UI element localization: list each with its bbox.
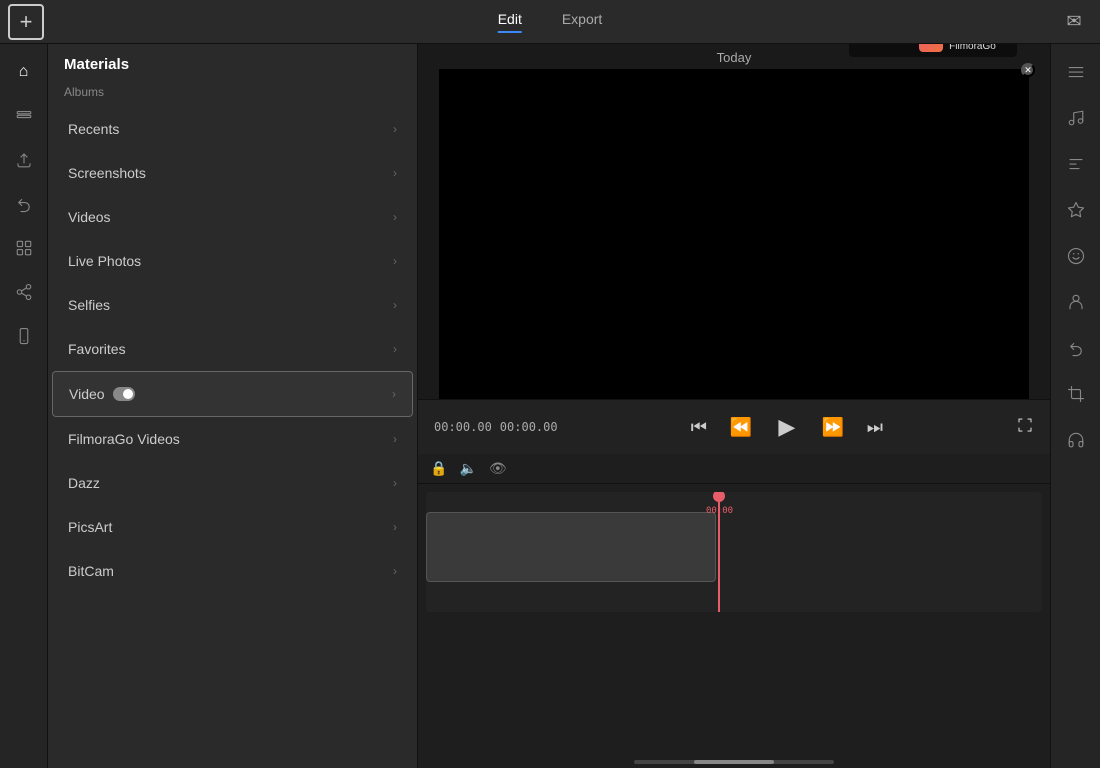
video-track[interactable] <box>426 512 716 582</box>
text-title-icon[interactable] <box>1058 146 1094 182</box>
far-left-panel: ⌂ <box>0 44 48 768</box>
watermark-content: Created with W WondershareFilmoraGo <box>849 44 1017 57</box>
panel-header: Materials <box>48 44 417 81</box>
playhead-time: 00:00 <box>706 506 733 516</box>
menu-item-label: BitCam <box>68 563 114 579</box>
playback-controls: 00:00.00 00:00.00 ⏮ ⏪ ▶ ⏩ ⏭ <box>418 399 1050 454</box>
person-silhouette-icon[interactable] <box>1058 284 1094 320</box>
layers-icon[interactable] <box>6 98 42 134</box>
volume-icon[interactable]: 🔈 <box>459 460 476 477</box>
export-arrow-icon[interactable] <box>6 142 42 178</box>
left-panel: Materials Albums Recents › Screenshots ›… <box>48 44 418 768</box>
menu-item-filmorago-videos[interactable]: FilmoraGo Videos › <box>52 417 413 461</box>
chevron-right-icon: › <box>393 432 397 446</box>
menu-item-label: Screenshots <box>68 165 146 181</box>
eye-icon[interactable]: 👁 <box>489 460 507 477</box>
timeline-area: 🔒 🔈 👁 00:00 <box>418 454 1050 768</box>
total-time: 00:00.00 <box>500 420 558 434</box>
menu-item-label: PicsArt <box>68 519 112 535</box>
mail-icon[interactable]: ✉ <box>1056 4 1092 40</box>
headphone-icon[interactable] <box>1058 422 1094 458</box>
close-watermark-button[interactable]: ✕ <box>1021 63 1035 77</box>
menu-item-bitcam[interactable]: BitCam › <box>52 549 413 593</box>
top-bar: + Edit Export ✉ <box>0 0 1100 44</box>
menu-item-video[interactable]: Video › <box>52 371 413 417</box>
tab-edit[interactable]: Edit <box>498 11 522 33</box>
fullscreen-button[interactable] <box>1016 416 1034 439</box>
tab-export[interactable]: Export <box>562 11 602 33</box>
menu-item-label: Favorites <box>68 341 126 357</box>
step-back-button[interactable]: ⏪ <box>726 412 756 442</box>
ctrl-buttons: ⏮ ⏪ ▶ ⏩ ⏭ <box>684 408 890 446</box>
sticker-pin-icon[interactable] <box>1058 192 1094 228</box>
timeline-toolbar: 🔒 🔈 👁 <box>418 454 1050 484</box>
chevron-right-icon: › <box>393 166 397 180</box>
panel-sub: Albums <box>48 81 417 107</box>
menu-item-screenshots[interactable]: Screenshots › <box>52 151 413 195</box>
step-forward-button[interactable]: ⏩ <box>818 412 848 442</box>
chevron-right-icon: › <box>392 387 396 401</box>
hamburger-icon[interactable] <box>1058 54 1094 90</box>
watermark-logo: W <box>919 44 943 52</box>
chevron-right-icon: › <box>393 254 397 268</box>
undo-left-icon[interactable] <box>6 186 42 222</box>
menu-item-dazz[interactable]: Dazz › <box>52 461 413 505</box>
music-note-icon[interactable] <box>1058 100 1094 136</box>
chevron-right-icon: › <box>393 298 397 312</box>
top-bar-right: ✉ <box>1056 4 1092 40</box>
timeline-scrollbar[interactable] <box>634 760 834 764</box>
play-pause-button[interactable]: ▶ <box>768 408 806 446</box>
skip-back-button[interactable]: ⏮ <box>684 412 714 442</box>
grid-icon[interactable] <box>6 230 42 266</box>
chevron-right-icon: › <box>393 564 397 578</box>
playhead-marker <box>713 492 725 502</box>
time-display: 00:00.00 00:00.00 <box>434 420 558 434</box>
chevron-right-icon: › <box>393 342 397 356</box>
timeline-content: 00:00 <box>426 492 1042 612</box>
menu-item-label: FilmoraGo Videos <box>68 431 180 447</box>
top-bar-left: + <box>8 4 68 40</box>
video-preview: ✕ Created with W WondershareFilmoraGo <box>439 69 1029 399</box>
menu-item-label: Video <box>69 386 105 402</box>
menu-item-label: Dazz <box>68 475 100 491</box>
home-icon[interactable]: ⌂ <box>6 54 42 90</box>
chevron-right-icon: › <box>393 476 397 490</box>
add-button[interactable]: + <box>8 4 44 40</box>
top-tabs: Edit Export <box>498 11 603 33</box>
chevron-right-icon: › <box>393 122 397 136</box>
menu-item-live-photos[interactable]: Live Photos › <box>52 239 413 283</box>
menu-item-recents[interactable]: Recents › <box>52 107 413 151</box>
lock-icon[interactable]: 🔒 <box>430 460 447 477</box>
playhead[interactable]: 00:00 <box>718 492 720 612</box>
menu-item-label: Live Photos <box>68 253 141 269</box>
preview-area: Today ✕ Created with W WondershareFilmor… <box>418 44 1050 454</box>
menu-item-label: Recents <box>68 121 119 137</box>
menu-item-selfies[interactable]: Selfies › <box>52 283 413 327</box>
menu-item-label: Selfies <box>68 297 110 313</box>
center-right: Today ✕ Created with W WondershareFilmor… <box>418 44 1050 768</box>
far-right-panel <box>1050 44 1100 768</box>
undo-revert-icon[interactable] <box>1058 330 1094 366</box>
menu-list: Recents › Screenshots › Videos › Live Ph… <box>48 107 417 768</box>
toggle-switch[interactable] <box>113 387 135 401</box>
menu-item-left: Video <box>69 386 135 402</box>
watermark-brand: WondershareFilmoraGo <box>949 44 1009 53</box>
emoji-face-icon[interactable] <box>1058 238 1094 274</box>
skip-forward-button[interactable]: ⏭ <box>860 412 890 442</box>
menu-item-picsart[interactable]: PicsArt › <box>52 505 413 549</box>
menu-item-label: Videos <box>68 209 111 225</box>
share-icon[interactable] <box>6 274 42 310</box>
created-with-label: Created with <box>857 44 913 46</box>
crop-icon[interactable] <box>1058 376 1094 412</box>
device-icon[interactable] <box>6 318 42 354</box>
chevron-right-icon: › <box>393 520 397 534</box>
menu-item-videos[interactable]: Videos › <box>52 195 413 239</box>
menu-item-favorites[interactable]: Favorites › <box>52 327 413 371</box>
current-time: 00:00.00 <box>434 420 492 434</box>
chevron-right-icon: › <box>393 210 397 224</box>
scrollbar-thumb <box>694 760 774 764</box>
main-layout: ⌂ Materials Albums Recents › <box>0 44 1100 768</box>
